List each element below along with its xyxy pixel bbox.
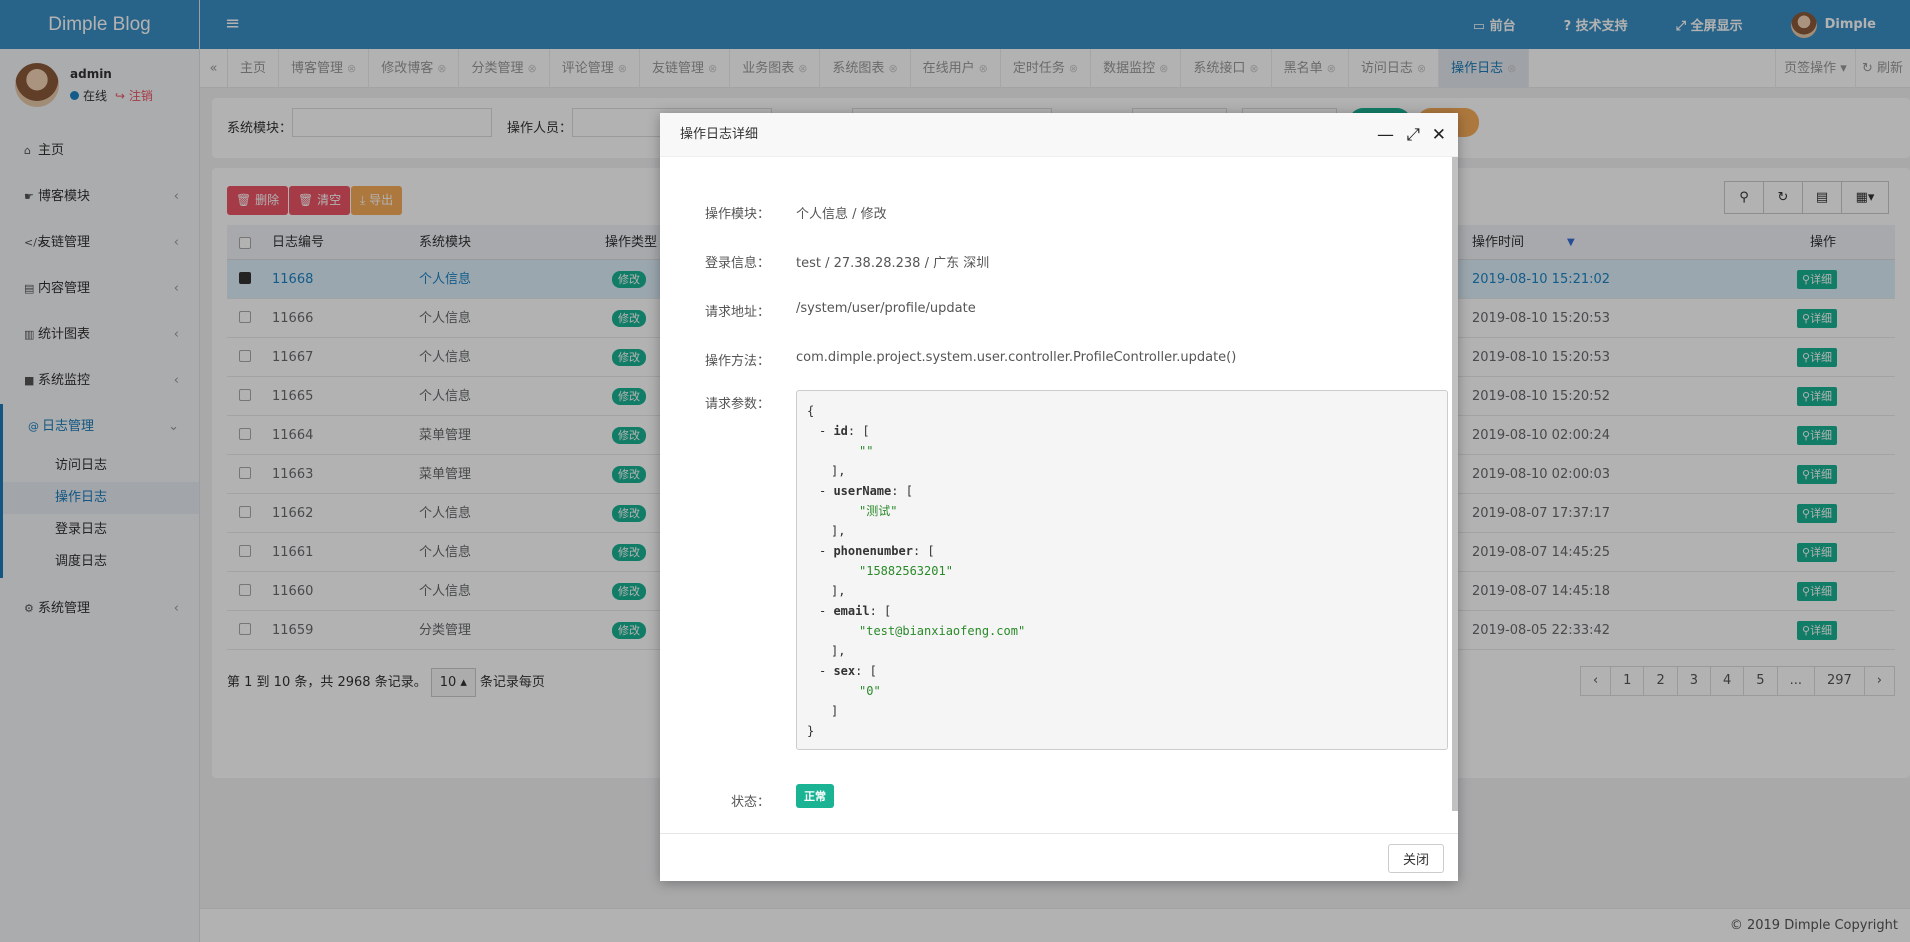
field-login: test / 27.38.28.238 / 广东 深圳 — [796, 256, 990, 271]
json-key: email — [833, 604, 870, 618]
json-close: } — [807, 724, 815, 738]
json-key: userName — [833, 484, 892, 498]
json-value: "test@bianxiaofeng.com" — [859, 624, 1026, 638]
field-label: 登录信息： — [704, 256, 770, 271]
json-value: "15882563201" — [859, 564, 953, 578]
status-badge: 正常 — [796, 784, 834, 808]
json-key: sex — [833, 664, 856, 678]
field-label: 请求地址： — [704, 305, 770, 320]
request-params: { - id: [ ""], - userName: [ "测试"], - phonenu… — [796, 390, 1448, 750]
json-value: "0" — [859, 684, 881, 698]
json-value: "" — [859, 444, 874, 458]
json-key: phonenumber — [833, 544, 913, 558]
field-module: 个人信息 / 修改 — [796, 207, 887, 222]
json-close-bracket: ], — [831, 524, 846, 538]
field-label: 请求参数： — [704, 397, 770, 412]
json-key-line: - phonenumber: [ — [819, 544, 935, 558]
json-close-bracket: ], — [831, 464, 846, 478]
field-url: /system/user/profile/update — [796, 301, 976, 316]
json-key-line: - email: [ — [819, 604, 892, 618]
json-value: "测试" — [859, 504, 898, 518]
minimize-icon[interactable]: — — [1377, 113, 1394, 157]
modal-title: 操作日志详细 — [680, 127, 759, 142]
modal-header: 操作日志详细 — ⤢ ✕ — [660, 113, 1458, 157]
json-key-line: - userName: [ — [819, 484, 913, 498]
json-key-line: - sex: [ — [819, 664, 877, 678]
close-button[interactable]: 关闭 — [1387, 844, 1444, 873]
log-detail-modal: 操作日志详细 — ⤢ ✕ 操作模块： 个人信息 / 修改 登录信息： test … — [660, 113, 1458, 881]
json-close-bracket: ], — [831, 644, 846, 658]
json-key: id — [833, 424, 848, 438]
json-open: { — [807, 404, 815, 418]
field-label: 操作方法： — [704, 354, 770, 369]
field-method: com.dimple.project.system.user.controlle… — [796, 350, 1237, 365]
json-close-bracket: ], — [831, 584, 846, 598]
close-icon[interactable]: ✕ — [1432, 113, 1446, 157]
modal-scrollbar[interactable] — [1452, 157, 1458, 811]
modal-footer: 关闭 — [660, 833, 1458, 881]
modal-body: 操作模块： 个人信息 / 修改 登录信息： test / 27.38.28.23… — [660, 157, 1458, 811]
maximize-icon[interactable]: ⤢ — [1406, 113, 1420, 157]
field-label: 操作模块： — [704, 207, 770, 222]
field-label: 状态： — [730, 795, 770, 810]
json-close-bracket: ] — [831, 704, 839, 718]
json-key-line: - id: [ — [819, 424, 870, 438]
